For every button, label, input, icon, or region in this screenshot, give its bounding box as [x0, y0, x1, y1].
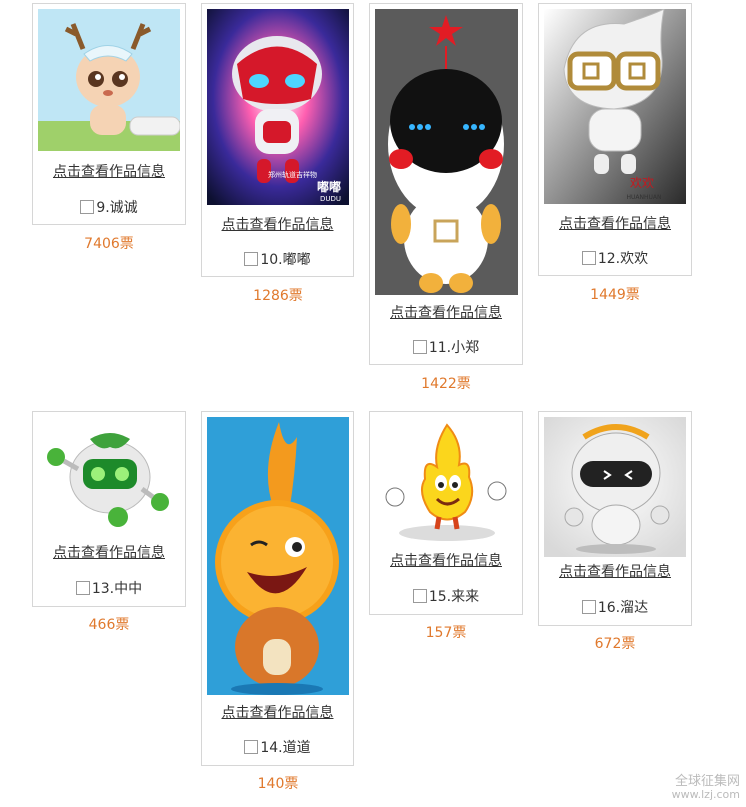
vote-count: 7406票	[84, 236, 134, 252]
entry-card-16: 点击查看作品信息 16.溜达	[538, 411, 692, 626]
vote-count: 140票	[257, 776, 299, 792]
entry-label: 14.道道	[260, 740, 311, 756]
view-info-link[interactable]: 点击查看作品信息	[370, 302, 522, 322]
vote-option[interactable]: 16.溜达	[539, 597, 691, 617]
vote-checkbox[interactable]	[244, 740, 259, 754]
view-info-link[interactable]: 点击查看作品信息	[202, 214, 353, 234]
entry-label: 10.嘟嘟	[260, 252, 311, 268]
view-info-link[interactable]: 点击查看作品信息	[370, 550, 522, 570]
red-robot-mascot-image[interactable]: 郑州轨道吉祥物 嘟嘟 DUDU	[207, 9, 349, 205]
deer-mascot-image[interactable]	[38, 9, 180, 151]
vote-checkbox[interactable]	[75, 581, 90, 595]
dudu-en: DUDU	[320, 195, 341, 203]
vote-checkbox[interactable]	[80, 200, 95, 214]
vote-count: 466票	[88, 617, 130, 633]
black-head-mascot-image[interactable]	[375, 9, 518, 295]
vote-count: 1449票	[590, 287, 640, 303]
vote-checkbox[interactable]	[581, 600, 596, 614]
silver-robot-mascot-image[interactable]	[544, 417, 686, 557]
dudu-name: 嘟嘟	[317, 179, 341, 194]
entry-card-9: 点击查看作品信息 9.诚诚	[32, 3, 186, 225]
white-mascot-image[interactable]: 欢欢 HUANHUAN	[544, 9, 686, 204]
vote-count: 672票	[594, 636, 636, 652]
vote-count: 1422票	[421, 376, 471, 392]
view-info-link[interactable]: 点击查看作品信息	[539, 561, 691, 581]
vote-checkbox[interactable]	[412, 589, 427, 603]
watermark: 全球征集网 www.lzj.com	[672, 775, 740, 801]
vote-option[interactable]: 9.诚诚	[33, 197, 185, 217]
entry-label: 13.中中	[91, 581, 143, 597]
entry-label: 16.溜达	[597, 600, 649, 616]
entry-label: 15.来来	[428, 589, 480, 605]
dudu-caption: 郑州轨道吉祥物	[268, 170, 317, 179]
vote-count: 157票	[425, 625, 467, 641]
entry-card-15: 点击查看作品信息 15.来来	[369, 411, 523, 615]
vote-count: 1286票	[253, 288, 303, 304]
orange-flame-mascot-image[interactable]	[207, 417, 349, 695]
vote-checkbox[interactable]	[581, 251, 596, 265]
vote-option[interactable]: 11.小郑	[370, 337, 522, 357]
vote-checkbox[interactable]	[244, 252, 259, 266]
entry-label: 11.小郑	[428, 340, 480, 356]
vote-checkbox[interactable]	[412, 340, 427, 354]
view-info-link[interactable]: 点击查看作品信息	[33, 161, 185, 181]
vote-option[interactable]: 14.道道	[202, 737, 353, 757]
view-info-link[interactable]: 点击查看作品信息	[539, 213, 691, 233]
vote-option[interactable]: 12.欢欢	[539, 248, 691, 268]
entry-label: 9.诚诚	[96, 200, 138, 216]
vote-option[interactable]: 15.来来	[370, 586, 522, 606]
view-info-link[interactable]: 点击查看作品信息	[33, 542, 185, 562]
entry-card-12: 欢欢 HUANHUAN 点击查看作品信息 12.欢欢	[538, 3, 692, 276]
entry-label: 12.欢欢	[597, 251, 649, 267]
watermark-line1: 全球征集网	[674, 774, 740, 789]
entry-card-14: 点击查看作品信息 14.道道	[201, 411, 354, 766]
entry-card-13: 点击查看作品信息 13.中中	[32, 411, 186, 607]
green-robot-mascot-image[interactable]	[38, 417, 180, 535]
vote-option[interactable]: 10.嘟嘟	[202, 249, 353, 269]
watermark-line2: www.lzj.com	[671, 788, 740, 801]
entry-card-10: 郑州轨道吉祥物 嘟嘟 DUDU 点击查看作品信息 10.嘟嘟	[201, 3, 354, 277]
entry-card-11: 点击查看作品信息 11.小郑	[369, 3, 523, 365]
vote-option[interactable]: 13.中中	[33, 578, 185, 598]
huanhuan-caption: 欢欢	[630, 175, 654, 190]
yellow-flame-mascot-image[interactable]	[375, 417, 517, 545]
view-info-link[interactable]: 点击查看作品信息	[202, 702, 353, 722]
huanhuan-pinyin: HUANHUAN	[627, 194, 662, 201]
